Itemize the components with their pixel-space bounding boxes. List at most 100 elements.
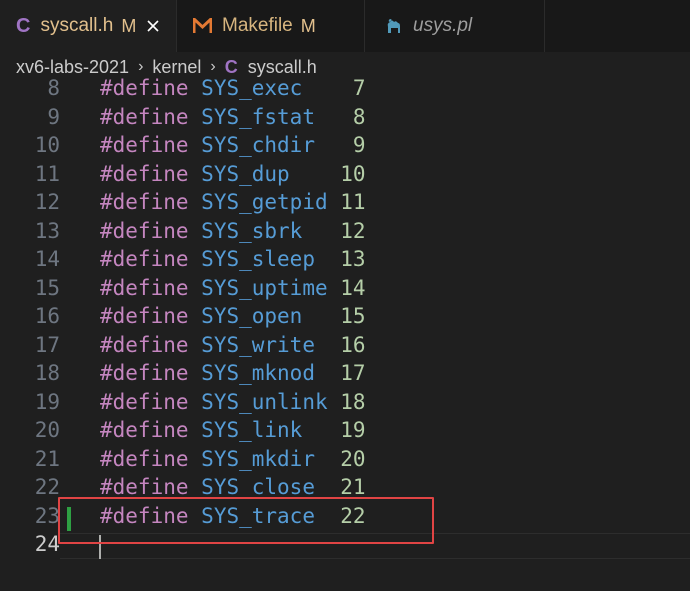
code-line[interactable]: 16 #define SYS_open 15 xyxy=(0,302,690,331)
macro-name: SYS_dup xyxy=(201,161,290,186)
code-line[interactable]: 13 #define SYS_sbrk 12 xyxy=(0,217,690,246)
macro-name: SYS_open xyxy=(201,304,303,328)
code-line[interactable]: 19 #define SYS_unlink 18 xyxy=(0,388,690,417)
code-line[interactable]: 18 #define SYS_mknod 17 xyxy=(0,359,690,388)
chevron-right-icon: › xyxy=(138,58,144,75)
code-text: #define SYS_dup 10 xyxy=(100,160,366,189)
macro-value: 8 xyxy=(352,104,366,129)
macro-value: 17 xyxy=(340,361,366,385)
tab-label: syscall.h xyxy=(40,15,114,36)
macro-value: 15 xyxy=(340,304,366,328)
macro-value: 14 xyxy=(340,275,366,300)
macro-name: SYS_uptime xyxy=(201,275,328,300)
macro-name: SYS_close xyxy=(201,475,315,499)
macro-name: SYS_unlink xyxy=(201,389,328,414)
line-number: 14 xyxy=(34,247,60,271)
code-text: #define SYS_exec 7 xyxy=(100,76,366,103)
code-line[interactable]: 17 #define SYS_write 16 xyxy=(0,331,690,360)
define-keyword: #define xyxy=(100,275,189,300)
define-keyword: #define xyxy=(100,418,189,442)
tab-usys-pl[interactable]: usys.pl xyxy=(365,0,545,52)
macro-value: 7 xyxy=(352,76,366,100)
perl-camel-icon xyxy=(387,19,400,33)
line-number: 16 xyxy=(34,304,60,328)
macro-value: 20 xyxy=(340,446,366,471)
line-number: 11 xyxy=(34,161,60,186)
define-keyword: #define xyxy=(100,361,189,385)
macro-name: SYS_getpid xyxy=(201,190,328,214)
line-number: 20 xyxy=(34,418,60,442)
code-line[interactable]: 21 #define SYS_mkdir 20 xyxy=(0,445,690,474)
line-number: 9 xyxy=(47,104,60,129)
code-line[interactable]: 12 #define SYS_getpid 11 xyxy=(0,188,690,217)
macro-name: SYS_link xyxy=(201,418,303,442)
line-number: 18 xyxy=(34,361,60,385)
define-keyword: #define xyxy=(100,389,189,414)
code-line[interactable]: 11 #define SYS_dup 10 xyxy=(0,160,690,189)
define-keyword: #define xyxy=(100,190,189,214)
macro-value: 13 xyxy=(340,247,366,271)
line-number: 24 xyxy=(34,532,60,556)
code-text: #define SYS_fstat 8 xyxy=(100,103,366,132)
macro-name: SYS_exec xyxy=(201,76,303,100)
breadcrumb-folder-kernel[interactable]: kernel xyxy=(152,57,201,78)
code-text: #define SYS_chdir 9 xyxy=(100,131,366,160)
code-line[interactable]: 8 #define SYS_exec 7 xyxy=(0,76,690,103)
line-number: 8 xyxy=(47,76,60,100)
breadcrumb-folder-root[interactable]: xv6-labs-2021 xyxy=(16,57,129,78)
define-keyword: #define xyxy=(100,304,189,328)
code-text: #define SYS_uptime 14 xyxy=(100,274,366,303)
breadcrumb-file[interactable]: syscall.h xyxy=(248,57,317,78)
code-text: #define SYS_mknod 17 xyxy=(100,359,366,388)
line-number: 13 xyxy=(34,218,60,243)
macro-name: SYS_chdir xyxy=(201,133,315,157)
editor-window: C syscall.h M Makefile M usys.pl xv6-lab… xyxy=(0,0,690,591)
line-number: 10 xyxy=(34,133,60,157)
macro-value: 18 xyxy=(340,389,366,414)
c-file-icon: C xyxy=(224,56,238,77)
line-number: 15 xyxy=(34,275,60,300)
code-line[interactable]: 10 #define SYS_chdir 9 xyxy=(0,131,690,160)
tab-label: Makefile xyxy=(222,15,293,36)
define-keyword: #define xyxy=(100,446,189,471)
code-line[interactable]: 9 #define SYS_fstat 8 xyxy=(0,103,690,132)
macro-value: 21 xyxy=(340,475,366,499)
code-line[interactable]: 15 #define SYS_uptime 14 xyxy=(0,274,690,303)
code-line[interactable]: 20 #define SYS_link 19 xyxy=(0,416,690,445)
define-keyword: #define xyxy=(100,218,189,243)
macro-name: SYS_sbrk xyxy=(201,218,303,243)
macro-name: SYS_mkdir xyxy=(201,446,315,471)
line-number: 23 xyxy=(34,503,60,528)
tab-makefile[interactable]: Makefile M xyxy=(177,0,365,52)
code-text: #define SYS_unlink 18 xyxy=(100,388,366,417)
define-keyword: #define xyxy=(100,161,189,186)
code-text: #define SYS_mkdir 20 xyxy=(100,445,366,474)
macro-name: SYS_mknod xyxy=(201,361,315,385)
define-keyword: #define xyxy=(100,76,189,100)
code-text: #define SYS_getpid 11 xyxy=(100,188,366,217)
code-line[interactable]: 14 #define SYS_sleep 13 xyxy=(0,245,690,274)
tab-label: usys.pl xyxy=(413,15,473,36)
close-icon[interactable] xyxy=(146,19,160,33)
tab-syscall-h[interactable]: C syscall.h M xyxy=(0,0,177,52)
line-number: 17 xyxy=(34,332,60,357)
tab-bar: C syscall.h M Makefile M usys.pl xyxy=(0,0,690,52)
define-keyword: #define xyxy=(100,247,189,271)
line-number: 21 xyxy=(34,446,60,471)
code-text: #define SYS_write 16 xyxy=(100,331,366,360)
define-keyword: #define xyxy=(100,104,189,129)
define-keyword: #define xyxy=(100,475,189,499)
macro-value: 9 xyxy=(352,133,366,157)
